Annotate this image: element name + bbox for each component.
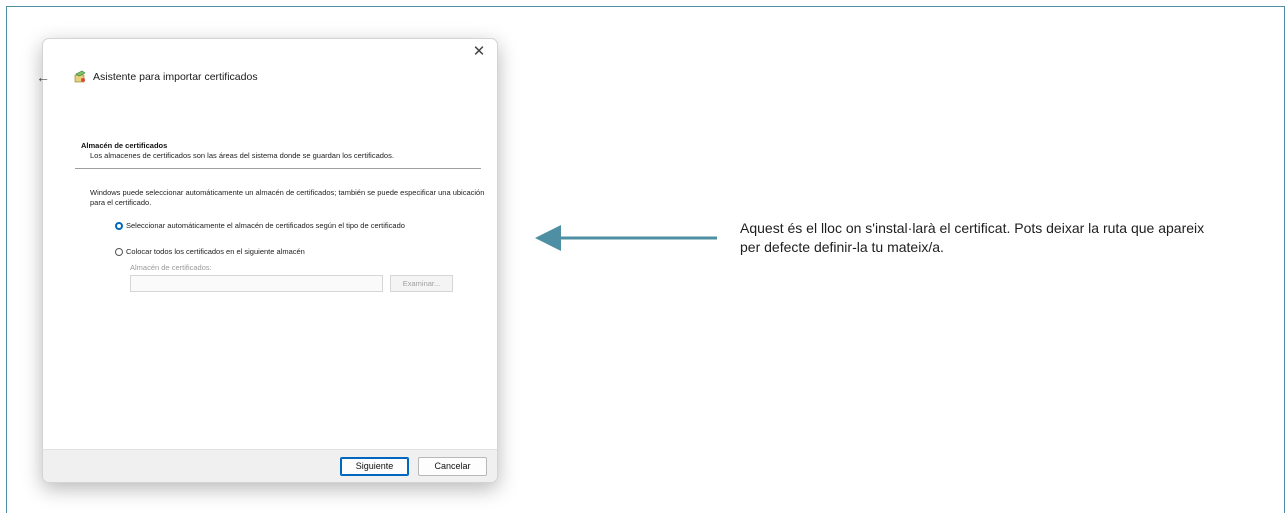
pointer-arrow-icon <box>535 225 717 251</box>
section-heading: Almacén de certificados <box>81 141 168 150</box>
next-button[interactable]: Siguiente <box>340 457 409 476</box>
store-field[interactable] <box>130 275 383 292</box>
annotation-text: Aquest és el lloc on s'instal·larà el ce… <box>740 220 1205 255</box>
radio-place-in-store[interactable]: Colocar todos los certificados en el sig… <box>115 247 435 256</box>
certificate-import-wizard-dialog: ✕ Asistente para importar certificados A… <box>42 38 498 483</box>
radio-place-in-store-indicator[interactable] <box>115 248 123 256</box>
dialog-title: Asistente para importar certificados <box>93 71 258 83</box>
cancel-button[interactable]: Cancelar <box>418 457 487 476</box>
back-arrow-icon[interactable]: ← <box>36 69 50 85</box>
header-separator <box>75 168 481 169</box>
store-field-label: Almacén de certificados: <box>130 263 212 272</box>
radio-auto-select-label: Seleccionar automáticamente el almacén d… <box>126 221 405 230</box>
dialog-title-row: Asistente para importar certificados <box>73 70 258 84</box>
info-text: Windows puede seleccionar automáticament… <box>90 188 485 207</box>
close-icon[interactable]: ✕ <box>469 42 489 62</box>
radio-place-in-store-label: Colocar todos los certificados en el sig… <box>126 247 305 256</box>
section-description: Los almacenes de certificados son las ár… <box>90 151 394 160</box>
browse-button[interactable]: Examinar... <box>390 275 453 292</box>
radio-auto-select[interactable]: Seleccionar automáticamente el almacén d… <box>115 221 435 230</box>
certificate-wizard-icon <box>74 70 86 83</box>
radio-auto-select-indicator[interactable] <box>115 222 123 230</box>
